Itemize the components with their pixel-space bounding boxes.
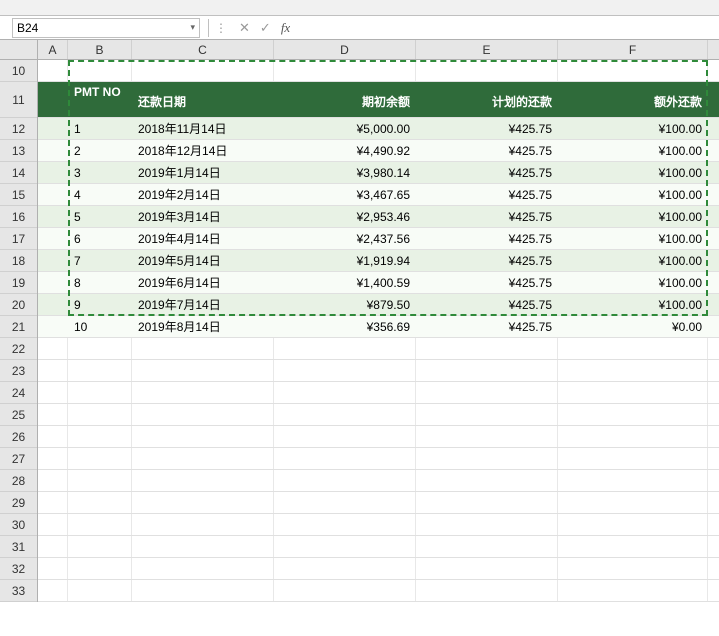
- column-header-F[interactable]: F: [558, 40, 708, 59]
- row-header[interactable]: 33: [0, 580, 37, 602]
- row-header[interactable]: 22: [0, 338, 37, 360]
- ribbon-fragment: [0, 0, 719, 16]
- row-header[interactable]: 31: [0, 536, 37, 558]
- row-header[interactable]: 12: [0, 118, 37, 140]
- table-row[interactable]: 42019年2月14日¥3,467.65¥425.75¥100.00: [38, 184, 719, 206]
- col-opening: 期初余额: [274, 82, 416, 117]
- grid-row[interactable]: [38, 580, 719, 602]
- col-extra: 额外还款: [558, 82, 708, 117]
- row-header[interactable]: 30: [0, 514, 37, 536]
- spreadsheet-grid: A B C D E F ⇕ 10 11 12 13 14 15 16 17 18…: [0, 40, 719, 602]
- select-all-corner[interactable]: [0, 40, 38, 59]
- table-row[interactable]: 22018年12月14日¥4,490.92¥425.75¥100.00: [38, 140, 719, 162]
- grid-row[interactable]: [38, 514, 719, 536]
- table-row[interactable]: 102019年8月14日¥356.69¥425.75¥0.00: [38, 316, 719, 338]
- grid-row[interactable]: [38, 60, 719, 82]
- table-header-row[interactable]: PMT NO 还款日期 期初余额 计划的还款 额外还款: [38, 82, 719, 118]
- column-header-D[interactable]: D: [274, 40, 416, 59]
- column-header-E[interactable]: E: [416, 40, 558, 59]
- name-box-value: B24: [17, 21, 38, 35]
- row-header[interactable]: 17: [0, 228, 37, 250]
- grid-row[interactable]: [38, 558, 719, 580]
- row-header[interactable]: 20: [0, 294, 37, 316]
- row-header[interactable]: 19: [0, 272, 37, 294]
- formula-input[interactable]: [298, 18, 719, 38]
- col-date: 还款日期: [132, 82, 274, 117]
- row-header[interactable]: 14: [0, 162, 37, 184]
- row-header[interactable]: 10: [0, 60, 37, 82]
- col-pmt-no: PMT NO: [68, 82, 132, 117]
- row-header[interactable]: 27: [0, 448, 37, 470]
- row-header[interactable]: 23: [0, 360, 37, 382]
- divider: [208, 19, 209, 37]
- grid-row[interactable]: [38, 448, 719, 470]
- row-header[interactable]: 21: [0, 316, 37, 338]
- grid-row[interactable]: [38, 382, 719, 404]
- row-header[interactable]: 25: [0, 404, 37, 426]
- formula-bar-buttons: ✕ ✓ fx: [231, 20, 298, 36]
- row-header[interactable]: 32: [0, 558, 37, 580]
- cells-area[interactable]: PMT NO 还款日期 期初余额 计划的还款 额外还款 12018年11月14日…: [38, 60, 719, 602]
- row-header[interactable]: 13: [0, 140, 37, 162]
- row-headers: 10 11 12 13 14 15 16 17 18 19 20 21 22 2…: [0, 60, 38, 602]
- name-box[interactable]: B24 ▾: [12, 18, 200, 38]
- table-row[interactable]: 12018年11月14日¥5,000.00¥425.75¥100.00: [38, 118, 719, 140]
- table-row[interactable]: 52019年3月14日¥2,953.46¥425.75¥100.00: [38, 206, 719, 228]
- chevron-down-icon[interactable]: ▾: [190, 22, 195, 33]
- dots-icon: ⋮: [211, 21, 231, 35]
- row-header[interactable]: 26: [0, 426, 37, 448]
- row-header[interactable]: 15: [0, 184, 37, 206]
- enter-icon[interactable]: ✓: [260, 20, 271, 36]
- column-header-C[interactable]: C: [132, 40, 274, 59]
- fx-icon[interactable]: fx: [281, 20, 290, 36]
- grid-row[interactable]: [38, 360, 719, 382]
- row-header[interactable]: 11: [0, 82, 37, 118]
- grid-row[interactable]: [38, 492, 719, 514]
- column-header-B[interactable]: B: [68, 40, 132, 59]
- grid-row[interactable]: [38, 470, 719, 492]
- row-header[interactable]: 24: [0, 382, 37, 404]
- column-headers: A B C D E F: [0, 40, 719, 60]
- table-row[interactable]: 92019年7月14日¥879.50¥425.75¥100.00: [38, 294, 719, 316]
- table-row[interactable]: 82019年6月14日¥1,400.59¥425.75¥100.00: [38, 272, 719, 294]
- grid-row[interactable]: [38, 404, 719, 426]
- row-header[interactable]: 28: [0, 470, 37, 492]
- grid-row[interactable]: [38, 426, 719, 448]
- col-planned: 计划的还款: [416, 82, 558, 117]
- row-header[interactable]: 18: [0, 250, 37, 272]
- table-row[interactable]: 72019年5月14日¥1,919.94¥425.75¥100.00: [38, 250, 719, 272]
- grid-row[interactable]: [38, 338, 719, 360]
- row-header[interactable]: 16: [0, 206, 37, 228]
- column-header-A[interactable]: A: [38, 40, 68, 59]
- cancel-icon[interactable]: ✕: [239, 20, 250, 36]
- row-header[interactable]: 29: [0, 492, 37, 514]
- table-row[interactable]: 62019年4月14日¥2,437.56¥425.75¥100.00: [38, 228, 719, 250]
- formula-bar-row: B24 ▾ ⋮ ✕ ✓ fx: [0, 16, 719, 40]
- grid-row[interactable]: [38, 536, 719, 558]
- table-row[interactable]: 32019年1月14日¥3,980.14¥425.75¥100.00: [38, 162, 719, 184]
